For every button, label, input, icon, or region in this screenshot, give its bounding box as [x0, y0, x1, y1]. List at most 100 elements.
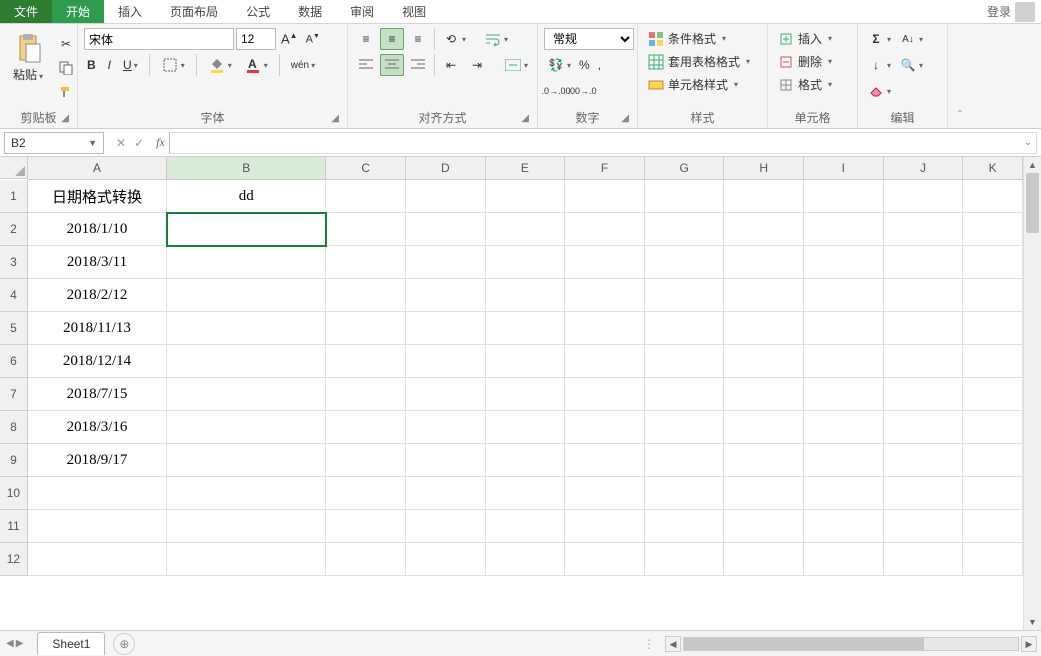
cell-G8[interactable] — [645, 411, 725, 444]
sheet-tab[interactable]: Sheet1 — [37, 632, 105, 655]
cell-H8[interactable] — [724, 411, 804, 444]
cell-E6[interactable] — [486, 345, 566, 378]
cell-F1[interactable] — [565, 180, 645, 213]
shrink-font-button[interactable]: A▼ — [303, 31, 323, 48]
cell-D7[interactable] — [406, 378, 486, 411]
cell-G12[interactable] — [645, 543, 725, 576]
tab-home[interactable]: 开始 — [52, 0, 104, 23]
number-format-combo[interactable]: 常规 — [544, 28, 634, 50]
sheet-nav-prev[interactable]: ◀ — [6, 638, 14, 649]
accept-formula-button[interactable]: ✓ — [134, 136, 144, 150]
cell-F11[interactable] — [565, 510, 645, 543]
orientation-button[interactable]: ⟲ — [439, 28, 469, 50]
cell-K11[interactable] — [963, 510, 1023, 543]
cell-K3[interactable] — [963, 246, 1023, 279]
formula-bar[interactable]: ⌄ — [169, 132, 1037, 154]
cell-J9[interactable] — [884, 444, 964, 477]
cell-C11[interactable] — [326, 510, 406, 543]
align-top-button[interactable]: ≡ — [354, 28, 378, 50]
cell-E4[interactable] — [486, 279, 566, 312]
cell-B2[interactable] — [167, 213, 326, 246]
expand-formula-icon[interactable]: ⌄ — [1024, 137, 1032, 148]
select-all-corner[interactable] — [0, 157, 28, 179]
cell-B3[interactable] — [167, 246, 326, 279]
cell-H12[interactable] — [724, 543, 804, 576]
cell-E8[interactable] — [486, 411, 566, 444]
cell-J6[interactable] — [884, 345, 964, 378]
cell-C12[interactable] — [326, 543, 406, 576]
cell-E5[interactable] — [486, 312, 566, 345]
cell-C5[interactable] — [326, 312, 406, 345]
cell-H2[interactable] — [724, 213, 804, 246]
row-head-11[interactable]: 11 — [0, 510, 28, 543]
cell-D8[interactable] — [406, 411, 486, 444]
cell-C2[interactable] — [326, 213, 406, 246]
wrap-text-button[interactable] — [481, 28, 511, 50]
italic-button[interactable]: I — [105, 56, 114, 74]
cell-J7[interactable] — [884, 378, 964, 411]
indent-dec-button[interactable]: ⇤ — [439, 54, 463, 76]
cell-J12[interactable] — [884, 543, 964, 576]
cell-H11[interactable] — [724, 510, 804, 543]
format-cells-button[interactable]: 格式 — [774, 74, 851, 95]
cell-B10[interactable] — [167, 477, 326, 510]
col-head-I[interactable]: I — [804, 157, 884, 180]
tab-data[interactable]: 数据 — [284, 0, 336, 23]
cell-J4[interactable] — [884, 279, 964, 312]
paste-button[interactable]: 粘贴 — [6, 28, 50, 107]
cell-I2[interactable] — [804, 213, 884, 246]
cell-A7[interactable]: 2018/7/15 — [28, 378, 167, 411]
cell-A5[interactable]: 2018/11/13 — [28, 312, 167, 345]
merge-button[interactable] — [501, 54, 531, 76]
cell-J8[interactable] — [884, 411, 964, 444]
cell-D10[interactable] — [406, 477, 486, 510]
cell-I3[interactable] — [804, 246, 884, 279]
row-head-9[interactable]: 9 — [0, 444, 28, 477]
cell-F3[interactable] — [565, 246, 645, 279]
align-right-button[interactable] — [406, 54, 430, 76]
row-head-2[interactable]: 2 — [0, 213, 28, 246]
copy-button[interactable] — [54, 57, 78, 79]
cell-I5[interactable] — [804, 312, 884, 345]
scroll-left-button[interactable]: ◀ — [665, 636, 681, 652]
scroll-right-button[interactable]: ▶ — [1021, 636, 1037, 652]
col-head-F[interactable]: F — [565, 157, 645, 180]
cell-E9[interactable] — [486, 444, 566, 477]
add-sheet-button[interactable]: ⊕ — [113, 633, 135, 655]
cell-A9[interactable]: 2018/9/17 — [28, 444, 167, 477]
cell-F7[interactable] — [565, 378, 645, 411]
indent-inc-button[interactable]: ⇥ — [465, 54, 489, 76]
cell-K7[interactable] — [963, 378, 1023, 411]
cell-H1[interactable] — [724, 180, 804, 213]
spreadsheet-grid[interactable]: ABCDEFGHIJK1日期格式转换dd22018/1/1032018/3/11… — [0, 157, 1023, 576]
cell-D3[interactable] — [406, 246, 486, 279]
cell-H6[interactable] — [724, 345, 804, 378]
fill-color-button[interactable] — [205, 54, 235, 76]
row-head-8[interactable]: 8 — [0, 411, 28, 444]
row-head-10[interactable]: 10 — [0, 477, 28, 510]
tab-file[interactable]: 文件 — [0, 0, 52, 23]
cell-H10[interactable] — [724, 477, 804, 510]
cell-K2[interactable] — [963, 213, 1023, 246]
cell-G7[interactable] — [645, 378, 725, 411]
font-size-combo[interactable] — [236, 28, 276, 50]
delete-cells-button[interactable]: 删除 — [774, 51, 851, 72]
cell-J3[interactable] — [884, 246, 964, 279]
cell-B4[interactable] — [167, 279, 326, 312]
cell-E1[interactable] — [486, 180, 566, 213]
conditional-format-button[interactable]: 条件格式 — [644, 28, 761, 49]
collapse-ribbon-button[interactable]: ˆ — [948, 24, 972, 128]
cell-C7[interactable] — [326, 378, 406, 411]
cell-G11[interactable] — [645, 510, 725, 543]
grow-font-button[interactable]: A▲ — [278, 29, 301, 48]
find-button[interactable]: 🔍 — [896, 54, 926, 76]
cell-I8[interactable] — [804, 411, 884, 444]
cell-F2[interactable] — [565, 213, 645, 246]
table-format-button[interactable]: 套用表格格式 — [644, 51, 761, 72]
cell-A6[interactable]: 2018/12/14 — [28, 345, 167, 378]
col-head-D[interactable]: D — [406, 157, 486, 180]
cell-B12[interactable] — [167, 543, 326, 576]
fill-button[interactable]: ↓ — [864, 54, 894, 76]
cell-C1[interactable] — [326, 180, 406, 213]
cell-D12[interactable] — [406, 543, 486, 576]
